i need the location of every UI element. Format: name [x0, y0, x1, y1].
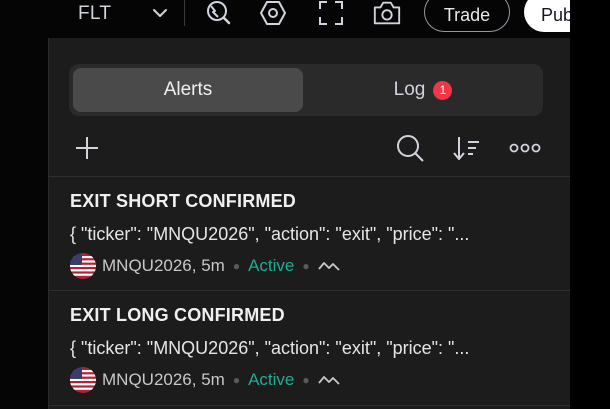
separator-dot: ● — [232, 259, 241, 273]
alert-status: Active — [248, 370, 295, 389]
alert-icon[interactable] — [203, 0, 233, 26]
us-flag-icon — [70, 367, 96, 393]
chart-wave-icon — [317, 374, 340, 386]
alert-title: EXIT SHORT CONFIRMED — [70, 191, 297, 211]
tab-alerts-label: Alerts — [163, 79, 213, 100]
alert-symbol-interval: MNQU2026, 5m — [102, 370, 225, 389]
sort-icon[interactable] — [451, 132, 483, 164]
tab-switcher: Alerts Log 1 — [69, 64, 543, 116]
alert-title: EXIT LONG CONFIRMED — [70, 305, 285, 325]
tab-log[interactable]: Log 1 — [307, 68, 539, 112]
toolbar-divider — [184, 0, 185, 26]
alerts-panel: Alerts Log 1 EXIT SHORT CONFIRMED { "tic… — [48, 38, 571, 409]
separator-dot: ● — [302, 373, 310, 387]
right-edge-background — [570, 0, 610, 409]
us-flag-icon — [70, 253, 96, 279]
alert-status: Active — [248, 256, 295, 275]
alert-meta: MNQU2026, 5m ● Active ● — [70, 253, 340, 279]
alerts-actions-bar — [49, 126, 571, 170]
tab-alerts[interactable]: Alerts — [73, 68, 303, 112]
separator-dot: ● — [232, 373, 241, 387]
separator-dot: ● — [302, 259, 310, 273]
alert-item[interactable]: EXIT LONG CONFIRMED { "ticker": "MNQU202… — [49, 291, 571, 405]
add-icon[interactable] — [71, 132, 103, 164]
chevron-down-icon[interactable] — [150, 3, 170, 23]
chart-wave-icon — [317, 260, 340, 272]
alert-item[interactable]: EXIT SHORT CONFIRMED { "ticker": "MNQU20… — [49, 177, 571, 291]
more-icon[interactable] — [509, 132, 541, 164]
alert-symbol-interval: MNQU2026, 5m — [102, 256, 225, 275]
symbol-selector[interactable]: FLT — [78, 2, 111, 26]
fullscreen-icon[interactable] — [316, 0, 346, 26]
alert-message: { "ticker": "MNQU2026", "action": "exit"… — [70, 224, 470, 244]
search-icon[interactable] — [394, 132, 426, 164]
log-count-badge: 1 — [433, 80, 453, 100]
tab-log-label: Log — [393, 79, 426, 100]
alert-meta: MNQU2026, 5m ● Active ● — [70, 367, 340, 393]
camera-icon[interactable] — [372, 0, 402, 26]
trade-button[interactable]: Trade — [424, 0, 510, 32]
divider — [49, 405, 571, 406]
top-toolbar: FLT Trade Publish — [0, 0, 610, 32]
alert-message: { "ticker": "MNQU2026", "action": "exit"… — [70, 338, 470, 358]
settings-icon[interactable] — [258, 0, 288, 26]
